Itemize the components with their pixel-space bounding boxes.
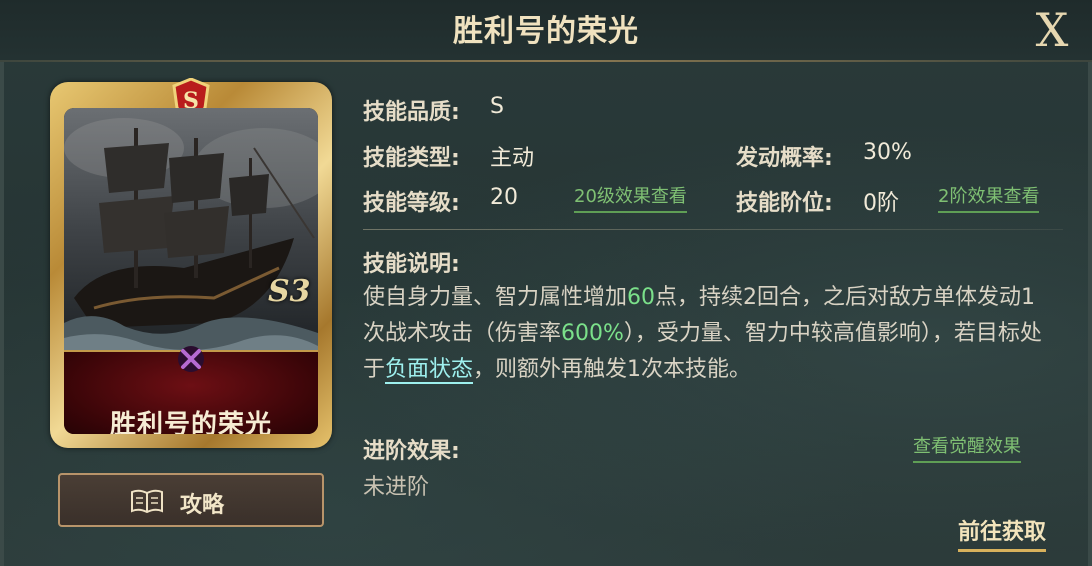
open-book-icon <box>131 489 163 513</box>
frame-right-border <box>1088 62 1092 566</box>
description-text-4: ，则额外再触发1次本技能。 <box>473 357 752 382</box>
header-divider <box>0 60 1092 62</box>
chance-value: 30% <box>863 140 912 165</box>
crossed-swords-icon <box>178 346 204 372</box>
level-value: 20 <box>490 185 518 210</box>
rank-label: 技能阶位: <box>736 191 833 216</box>
rank-value: 0阶 <box>863 191 899 216</box>
rank-effect-link[interactable]: 2阶效果查看 <box>938 182 1040 213</box>
skill-description: 使自身力量、智力属性增加60点，持续2回合，之后对敌方单体发动1次战术攻击（伤害… <box>363 280 1053 388</box>
description-number-1: 60 <box>627 285 656 310</box>
section-divider <box>363 229 1063 230</box>
type-value: 主动 <box>490 146 535 171</box>
description-label: 技能说明: <box>363 252 460 277</box>
quality-label: 技能品质: <box>363 100 460 125</box>
skill-card: S 胜利号的荣光 S3 <box>50 78 332 448</box>
guide-button[interactable]: 攻略 <box>58 473 324 527</box>
warship-illustration <box>64 108 318 353</box>
page-title: 胜利号的荣光 <box>453 14 639 49</box>
card-name: 胜利号的荣光 <box>109 410 272 434</box>
level-effect-link[interactable]: 20级效果查看 <box>574 182 687 213</box>
skill-detail-panel: 胜利号的荣光 X S 胜利号的荣光 S3 攻略 技能品质: S 技能类型: 主动… <box>0 0 1092 566</box>
close-button[interactable]: X <box>1026 4 1078 56</box>
frame-left-border <box>0 62 4 566</box>
season-mark: S3 <box>268 274 311 309</box>
chance-label: 发动概率: <box>736 146 833 171</box>
awaken-effect-link[interactable]: 查看觉醒效果 <box>913 432 1021 463</box>
level-label: 技能等级: <box>363 191 460 216</box>
type-label: 技能类型: <box>363 146 460 171</box>
guide-button-label: 攻略 <box>180 493 225 518</box>
card-frame: 胜利号的荣光 <box>64 108 318 434</box>
description-text-1: 使自身力量、智力属性增加 <box>363 285 628 310</box>
close-icon: X <box>1035 3 1069 57</box>
advance-value: 未进阶 <box>363 475 430 500</box>
quality-value: S <box>490 94 504 119</box>
obtain-link[interactable]: 前往获取 <box>958 514 1047 552</box>
description-number-2: 600% <box>561 321 624 346</box>
advance-label: 进阶效果: <box>363 439 460 464</box>
negative-status-link[interactable]: 负面状态 <box>385 357 474 384</box>
